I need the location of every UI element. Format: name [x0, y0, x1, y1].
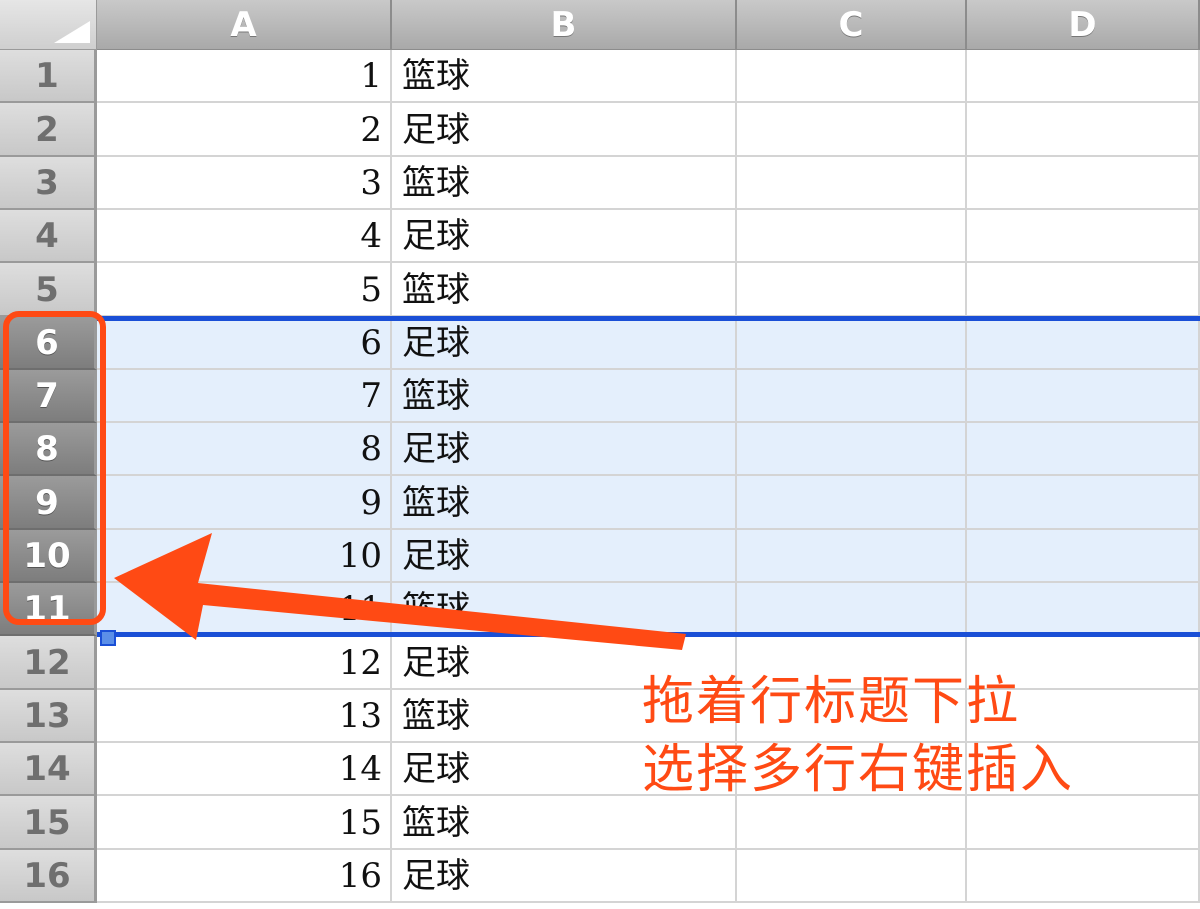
spreadsheet-grid: ABCD 1 1 篮球 2 2 足球 3 3 篮球 4 4 足球 5 5 篮球 6 6 足球 7 7 篮球 8 8 足球 9 9 篮… [0, 0, 1200, 909]
annotation-line-2: 选择多行右键插入 [642, 740, 1075, 800]
annotation-line-1: 拖着行标题下拉 [642, 672, 1021, 732]
